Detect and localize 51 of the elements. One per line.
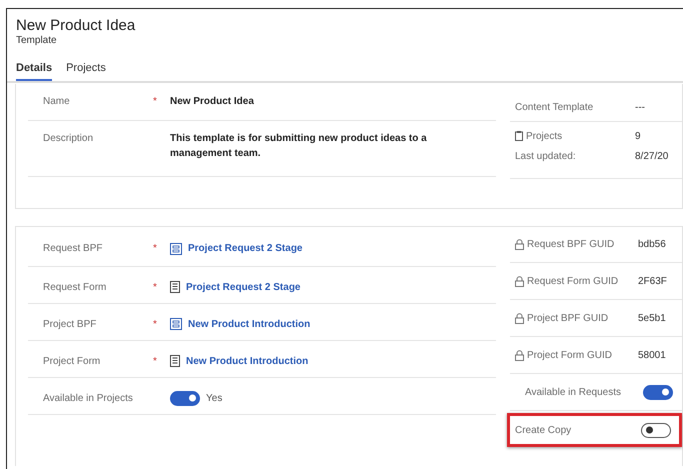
toggle-switch[interactable] bbox=[170, 390, 200, 406]
field-label: Project Form bbox=[43, 356, 102, 366]
field-value: This template is for submitting new product ideas to a management team. bbox=[170, 132, 428, 161]
lookup-link[interactable]: Project Request 2 Stage bbox=[188, 243, 302, 254]
field-label: Available in Requests bbox=[525, 386, 621, 398]
tab[interactable]: Projects bbox=[66, 62, 106, 81]
field-label: Available in Projects bbox=[43, 392, 134, 404]
field-label: Last updated: bbox=[515, 150, 576, 162]
field-label: Request Form bbox=[43, 282, 108, 292]
field-value: 58001 bbox=[638, 350, 666, 360]
field-value: --- bbox=[635, 102, 645, 112]
process-flow-icon bbox=[170, 318, 182, 330]
lookup-link[interactable]: New Product Introduction bbox=[188, 318, 310, 330]
clipboard-icon bbox=[515, 131, 523, 141]
field-label: Project Form GUID bbox=[527, 350, 612, 360]
field-label: Projects bbox=[526, 130, 562, 142]
field-label: Request Form GUID bbox=[527, 276, 618, 286]
required-asterisk: * bbox=[153, 282, 158, 292]
toggle-value: Yes bbox=[206, 392, 222, 404]
field-value: bdb56 bbox=[638, 239, 666, 250]
lock-icon bbox=[515, 350, 524, 360]
field-label: Create Copy bbox=[515, 424, 572, 436]
field-label: Content Template bbox=[515, 102, 594, 112]
form-icon bbox=[170, 355, 180, 367]
field-value: 8/27/20 bbox=[635, 150, 668, 162]
field-label: Request BPF GUID bbox=[527, 239, 614, 250]
toggle-switch[interactable] bbox=[641, 422, 671, 438]
tab[interactable]: Details bbox=[16, 62, 52, 81]
required-asterisk: * bbox=[153, 243, 158, 254]
field-value: 5e5b1 bbox=[638, 312, 666, 324]
field-label: Project BPF bbox=[43, 318, 98, 330]
field-value: 2F63F bbox=[638, 276, 667, 286]
field-value: 9 bbox=[635, 130, 641, 142]
lookup-link[interactable]: New Product Introduction bbox=[186, 356, 308, 366]
lock-icon bbox=[515, 276, 524, 286]
toggle-switch[interactable] bbox=[643, 384, 673, 400]
required-asterisk: * bbox=[153, 318, 158, 330]
process-flow-icon bbox=[170, 242, 182, 254]
page-subtitle: Template bbox=[16, 35, 58, 46]
lock-icon bbox=[515, 312, 524, 324]
field-label: Request BPF bbox=[43, 243, 104, 254]
form-icon bbox=[170, 281, 180, 293]
field-label: Description bbox=[43, 133, 94, 144]
page-title: New Product Idea bbox=[16, 17, 136, 34]
lock-icon bbox=[515, 239, 524, 250]
required-asterisk: * bbox=[153, 356, 158, 366]
lookup-link[interactable]: Project Request 2 Stage bbox=[186, 282, 300, 292]
field-label: Name bbox=[43, 96, 71, 107]
required-asterisk: * bbox=[153, 96, 158, 107]
field-value: New Product Idea bbox=[170, 95, 254, 109]
field-label: Project BPF GUID bbox=[527, 312, 608, 324]
